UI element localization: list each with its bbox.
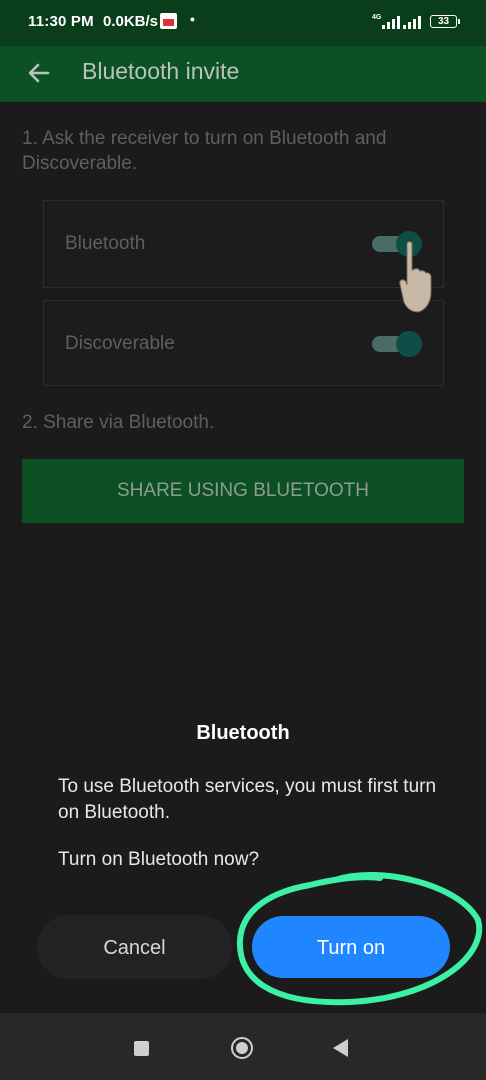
page-title: Bluetooth invite <box>82 58 240 84</box>
cancel-button[interactable]: Cancel <box>37 915 232 979</box>
pointing-hand-icon <box>398 240 434 316</box>
status-time: 11:30 PM <box>28 13 94 30</box>
home-icon[interactable] <box>231 1037 253 1059</box>
dialog-question: Turn on Bluetooth now? <box>58 849 260 870</box>
discoverable-switch[interactable] <box>372 331 422 357</box>
switch-thumb <box>396 331 422 357</box>
cancel-button-label: Cancel <box>103 937 166 959</box>
dialog-message: To use Bluetooth services, you must firs… <box>58 776 437 823</box>
status-net-speed: 0.0KB/s <box>103 13 159 30</box>
status-bar: 11:30 PM 0.0KB/s • 4G 33 <box>0 0 486 46</box>
discoverable-toggle-label: Discoverable <box>65 333 175 354</box>
battery-icon: 33 <box>430 15 460 28</box>
share-button-label: SHARE USING BLUETOOTH <box>117 480 369 501</box>
back-icon[interactable] <box>333 1039 348 1057</box>
bluetooth-toggle-label: Bluetooth <box>65 233 146 254</box>
signal-icon-sim1 <box>378 14 402 29</box>
battery-level: 33 <box>437 16 450 27</box>
instruction-step-1: 1. Ask the receiver to turn on Bluetooth… <box>22 128 387 174</box>
discoverable-toggle-row[interactable]: Discoverable <box>43 300 444 386</box>
signal-icon-sim2 <box>403 14 427 29</box>
app-bar: Bluetooth invite <box>0 46 486 102</box>
dialog-title: Bluetooth <box>196 722 290 744</box>
bluetooth-toggle-row[interactable]: Bluetooth <box>43 200 444 288</box>
share-using-bluetooth-button[interactable]: SHARE USING BLUETOOTH <box>22 459 464 523</box>
status-dot: • <box>190 11 195 27</box>
notification-app-icon <box>160 13 177 29</box>
bluetooth-dialog: Bluetooth To use Bluetooth services, you… <box>0 700 486 1013</box>
highlight-circle-annotation <box>236 871 483 1006</box>
instruction-step-2: 2. Share via Bluetooth. <box>22 412 215 433</box>
system-nav-bar <box>0 1013 486 1080</box>
recent-apps-icon[interactable] <box>134 1041 149 1056</box>
arrow-left-icon[interactable] <box>24 58 54 88</box>
